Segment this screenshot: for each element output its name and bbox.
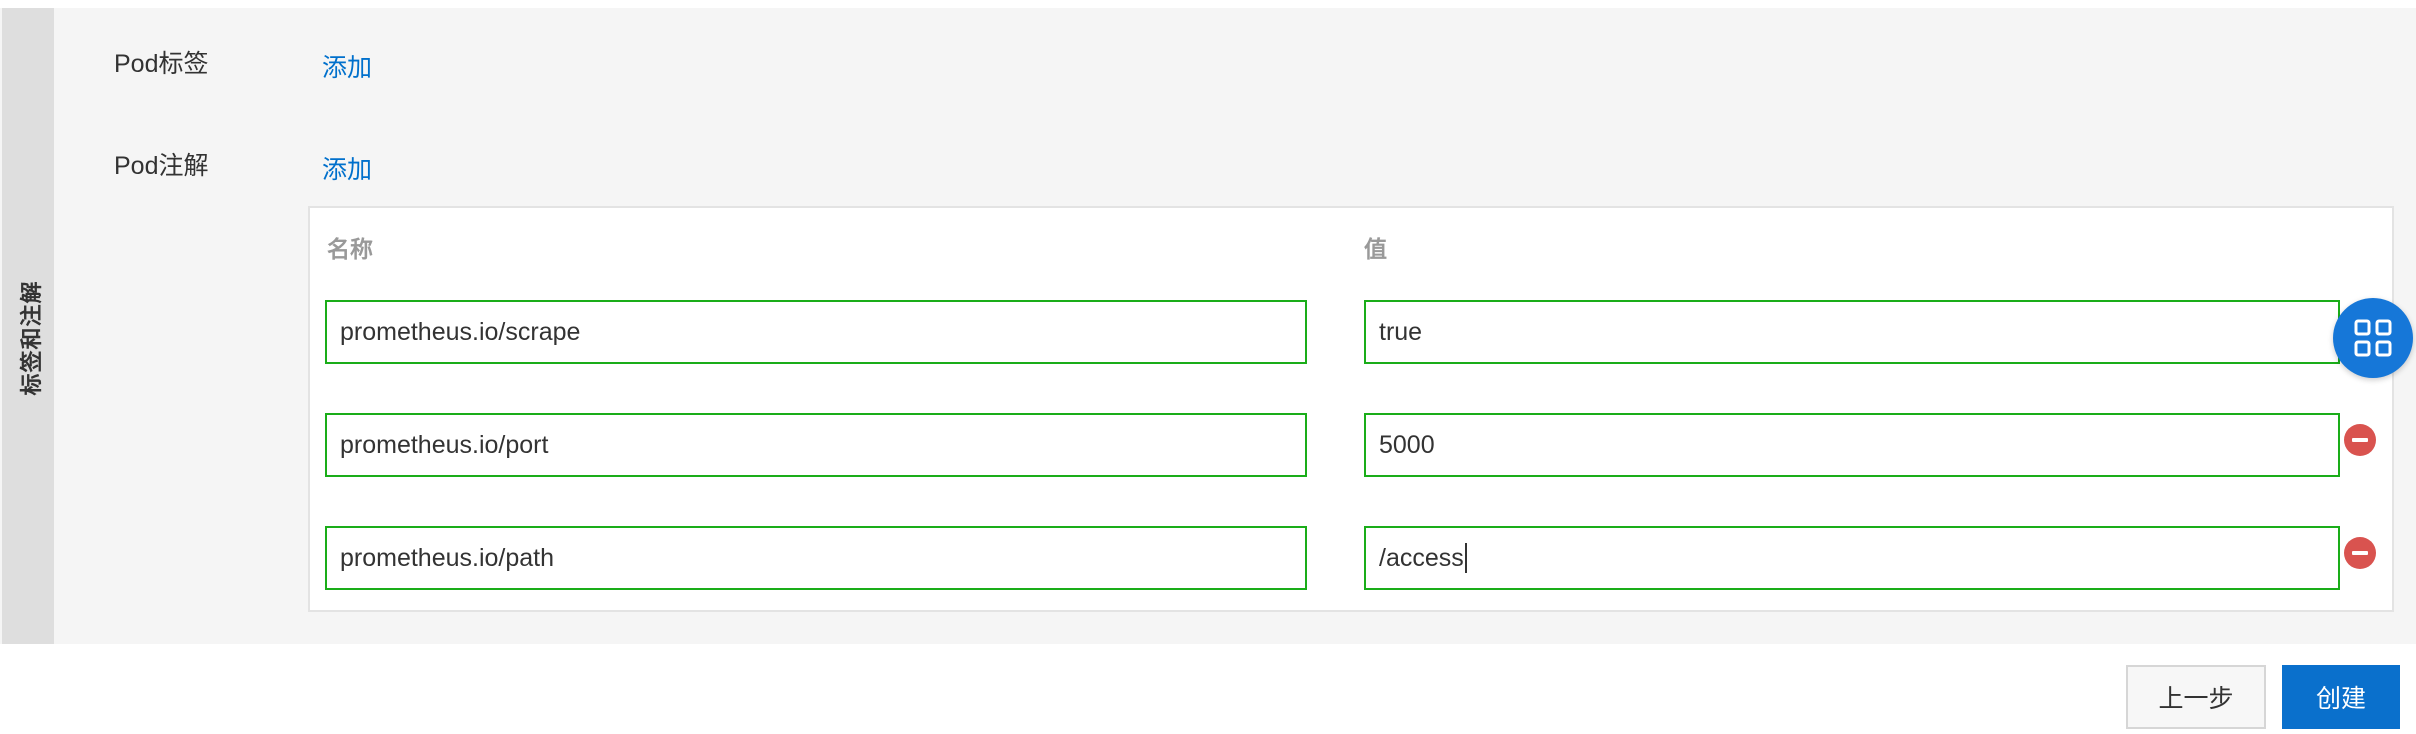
minus-circle-icon[interactable] — [2344, 424, 2376, 456]
column-header-name: 名称 — [327, 236, 373, 262]
grid-icon[interactable] — [2333, 298, 2413, 378]
annotation-value-input[interactable]: true — [1364, 300, 2340, 364]
annotation-name-text: prometheus.io/port — [340, 430, 549, 459]
annotation-value-text: 5000 — [1379, 430, 1435, 459]
pod-labels-label: Pod标签 — [114, 50, 209, 78]
annotation-name-text: prometheus.io/scrape — [340, 317, 581, 346]
side-tab-label: 标签和注解 — [19, 280, 44, 396]
pod-annotations-label: Pod注解 — [114, 152, 209, 180]
pod-labels-add-link[interactable]: 添加 — [322, 48, 372, 84]
annotation-value-text: /access — [1379, 543, 1464, 572]
column-header-value: 值 — [1364, 236, 1387, 262]
prev-step-button[interactable]: 上一步 — [2126, 665, 2266, 729]
annotation-value-text: true — [1379, 317, 1423, 346]
annotation-name-input[interactable]: prometheus.io/path — [325, 526, 1307, 590]
annotation-name-input[interactable]: prometheus.io/scrape — [325, 300, 1307, 364]
annotation-name-text: prometheus.io/path — [340, 543, 555, 572]
grid-icon-glyph — [2354, 319, 2392, 357]
minus-circle-icon[interactable] — [2344, 537, 2376, 569]
annotation-name-input[interactable]: prometheus.io/port — [325, 413, 1307, 477]
pod-annotations-add-link[interactable]: 添加 — [322, 150, 372, 186]
create-button[interactable]: 创建 — [2282, 665, 2400, 729]
pod-annotations-table: 名称 值 prometheus.io/scrape true prometheu… — [308, 206, 2394, 612]
text-cursor — [1464, 543, 1467, 573]
annotation-value-input[interactable]: 5000 — [1364, 413, 2340, 477]
section-side-tab: 标签和注解 — [2, 8, 54, 644]
annotation-value-input-focused[interactable]: /access — [1364, 526, 2340, 590]
